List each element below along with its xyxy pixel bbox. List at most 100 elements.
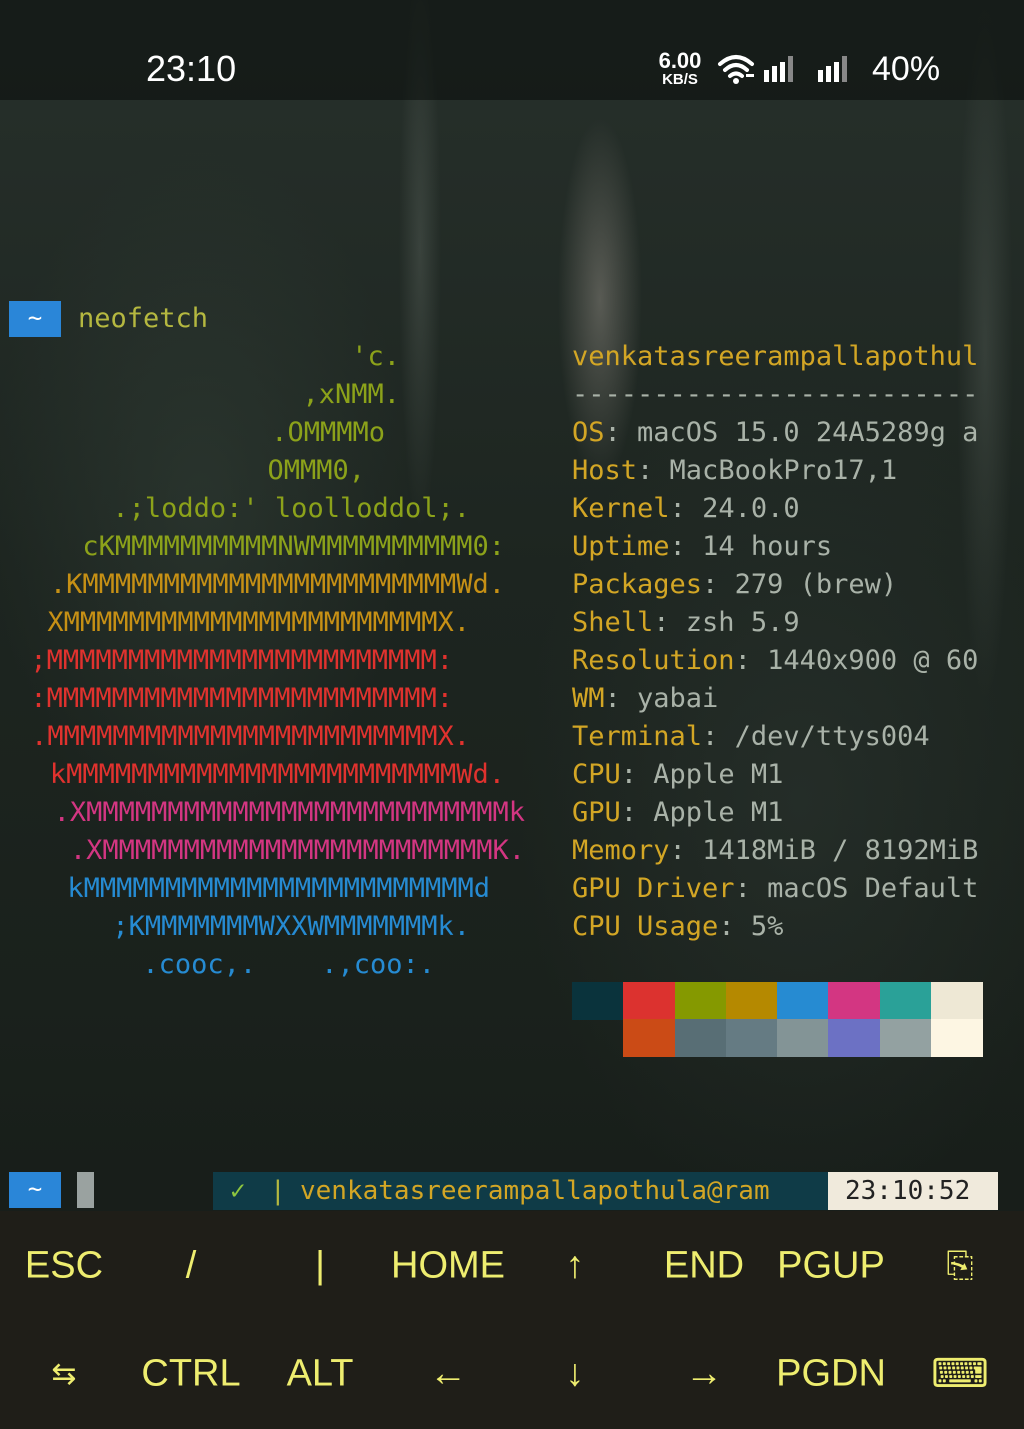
info-value: macOS 15.0 24A5289g a (637, 417, 979, 448)
info-row: Host: MacBookPro17,1 (572, 452, 897, 490)
info-value: 1418MiB / 8192MiB (702, 835, 979, 866)
info-colon: : (620, 797, 654, 828)
info-key: Kernel (572, 493, 670, 524)
key-right-arrow[interactable]: → (685, 1353, 723, 1396)
ascii-art-line: .OMMMMo (271, 417, 385, 448)
key-up-arrow[interactable]: ↑ (566, 1245, 585, 1288)
key-pgup[interactable]: PGUP (777, 1245, 885, 1288)
text-cursor[interactable] (77, 1172, 94, 1208)
info-colon: : (604, 683, 638, 714)
info-row: Resolution: 1440x900 @ 60 (572, 642, 978, 680)
info-colon: : (734, 645, 768, 676)
ascii-art-line: 'c. (351, 341, 400, 372)
info-colon: : (669, 493, 703, 524)
status-clock: 23:10 (146, 48, 237, 89)
ascii-art-line: .XMMMMMMMMMMMMMMMMMMMMMMMMMMk (53, 797, 525, 828)
info-colon: : (604, 417, 638, 448)
signal-icon (764, 56, 793, 82)
info-row: Kernel: 24.0.0 (572, 490, 800, 528)
info-colon: : (620, 759, 654, 790)
keyboard-icon[interactable]: ⌨ (931, 1351, 989, 1397)
info-value: 5% (750, 911, 784, 942)
key-left-arrow[interactable]: ← (429, 1353, 467, 1396)
info-row: Packages: 279 (brew) (572, 566, 897, 604)
info-key: WM (572, 683, 605, 714)
ascii-art-line: ,xNMM. (302, 379, 400, 410)
info-value: 14 hours (702, 531, 833, 562)
info-colon: : (653, 607, 686, 638)
info-row: CPU: Apple M1 (572, 756, 783, 794)
info-row: GPU: Apple M1 (572, 794, 783, 832)
ascii-art-line: .;loddo:' loolloddol;. (112, 493, 470, 524)
prompt-separator: | (270, 1176, 286, 1206)
info-value: yabai (637, 683, 719, 714)
info-key: Uptime (572, 531, 670, 562)
color-swatch (675, 1019, 727, 1057)
key-end[interactable]: END (664, 1245, 744, 1288)
color-swatch (777, 982, 829, 1020)
ascii-art-line: kMMMMMMMMMMMMMMMMMMMMMMMMd (67, 873, 490, 904)
info-row: Memory: 1418MiB / 8192MiB (572, 832, 978, 870)
check-icon: ✓ (230, 1176, 246, 1206)
battery-percent: 40% (872, 50, 941, 88)
ascii-art-line: OMMM0, (267, 455, 365, 486)
color-swatch (726, 1019, 778, 1057)
key-down-arrow[interactable]: ↓ (566, 1353, 585, 1396)
info-value: Apple M1 (653, 759, 784, 790)
tab-icon[interactable]: ⇆ (51, 1357, 76, 1392)
key-pgdn[interactable]: PGDN (776, 1353, 886, 1396)
network-speed-value: 6.00 (658, 48, 702, 73)
color-swatch (931, 1019, 983, 1057)
color-swatch (623, 1019, 675, 1057)
ascii-art-line: .XMMMMMMMMMMMMMMMMMMMMMMMMK. (69, 835, 525, 866)
key-home[interactable]: HOME (391, 1245, 505, 1288)
color-swatch (828, 1019, 880, 1057)
key-alt[interactable]: ALT (287, 1353, 354, 1396)
info-value: Apple M1 (653, 797, 784, 828)
info-row: Shell: zsh 5.9 (572, 604, 800, 642)
info-value: zsh 5.9 (685, 607, 800, 638)
info-row: Uptime: 14 hours (572, 528, 832, 566)
info-divider: ------------------------- (572, 379, 979, 410)
user-host: venkatasreerampallapothul (572, 341, 979, 372)
ascii-art-line: XMMMMMMMMMMMMMMMMMMMMMMMX. (47, 607, 470, 638)
key-slash[interactable]: / (186, 1245, 197, 1288)
color-swatch (931, 982, 983, 1020)
paste-icon[interactable]: ⎘ (946, 1247, 973, 1286)
info-key: Memory (572, 835, 670, 866)
prompt-badge: ~ (9, 301, 61, 337)
info-colon: : (702, 721, 735, 752)
ascii-art-line: .MMMMMMMMMMMMMMMMMMMMMMMMX. (31, 721, 470, 752)
prompt-badge: ~ (9, 1172, 61, 1208)
status-bar: 23:10 6.00 KB/S 40% (0, 0, 1024, 100)
signal-icon (818, 56, 847, 82)
ascii-art-line: ;KMMMMMMMWXXWMMMMMMMk. (112, 911, 470, 942)
ascii-art-line: .cooc,. .,coo:. (142, 949, 435, 980)
color-swatch (880, 1019, 932, 1057)
info-colon: : (669, 835, 703, 866)
key-esc[interactable]: ESC (25, 1245, 103, 1288)
info-row: Terminal: /dev/ttys004 (572, 718, 930, 756)
color-swatch (726, 982, 778, 1020)
prompt-time: 23:10:52 (845, 1176, 971, 1206)
color-swatch (777, 1019, 829, 1057)
info-key: Resolution (572, 645, 735, 676)
info-colon: : (669, 531, 703, 562)
color-swatch (623, 982, 675, 1020)
key-ctrl[interactable]: CTRL (141, 1353, 240, 1396)
wifi-icon (718, 55, 754, 84)
ascii-art-line: :MMMMMMMMMMMMMMMMMMMMMMMM: (30, 683, 453, 714)
info-value: 24.0.0 (702, 493, 800, 524)
color-swatch (828, 982, 880, 1020)
info-value: MacBookPro17,1 (669, 455, 898, 486)
network-speed: 6.00 KB/S (654, 48, 706, 88)
info-row: OS: macOS 15.0 24A5289g a (572, 414, 978, 452)
ascii-art-line: kMMMMMMMMMMMMMMMMMMMMMMMMWd. (49, 759, 505, 790)
info-colon: : (734, 873, 768, 904)
color-swatch (880, 982, 932, 1020)
info-key: Shell (572, 607, 654, 638)
network-speed-unit: KB/S (662, 71, 698, 88)
info-key: Packages (572, 569, 703, 600)
info-key: GPU Driver (572, 873, 735, 904)
key-pipe[interactable]: | (315, 1245, 325, 1288)
